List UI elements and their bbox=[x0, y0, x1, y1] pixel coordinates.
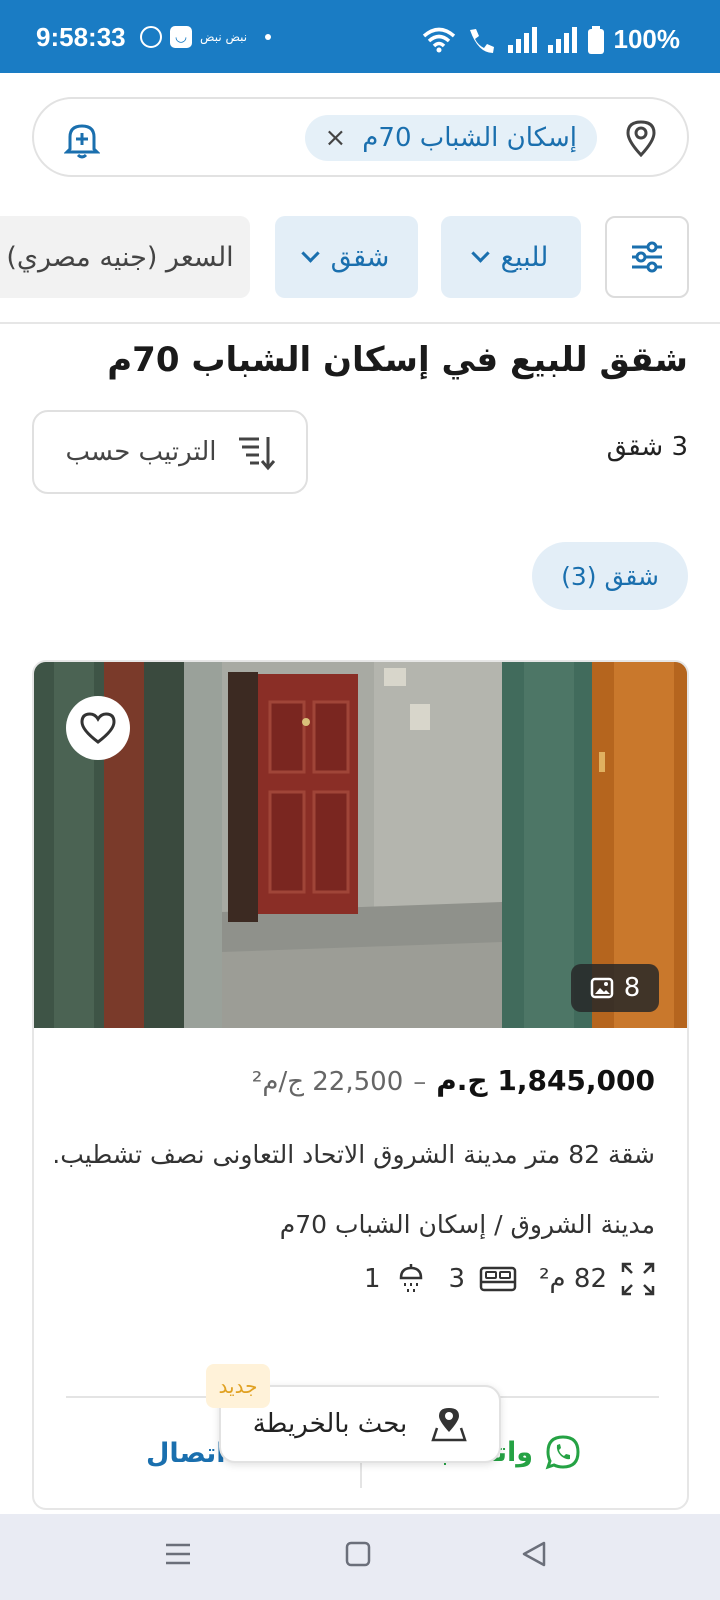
recent-apps-icon[interactable] bbox=[164, 1540, 192, 1568]
signal-icon-2 bbox=[547, 26, 577, 53]
wifi-icon bbox=[422, 27, 455, 52]
app-notification-icon: ◡ bbox=[170, 26, 192, 48]
filter-price-label: السعر (جنيه مصري) bbox=[6, 241, 234, 273]
notification-text: نبض نبض bbox=[200, 30, 248, 44]
filter-price-dropdown[interactable]: السعر (جنيه مصري) bbox=[0, 216, 250, 298]
filter-settings-button[interactable] bbox=[605, 216, 689, 298]
more-notifications-dot-icon bbox=[265, 34, 272, 40]
filter-type-dropdown[interactable]: شقق bbox=[275, 216, 418, 298]
map-pin-icon bbox=[431, 1408, 467, 1442]
filter-purpose-label: للبيع bbox=[500, 241, 549, 273]
notification-icons: ◡ نبض نبض bbox=[140, 26, 272, 48]
price-line: 1,845,000 ج.م – 22,500 ج/م² bbox=[252, 1064, 655, 1097]
whatsapp-notification-icon bbox=[140, 26, 162, 48]
system-nav-bar bbox=[0, 1514, 720, 1600]
property-type-chip[interactable]: شقق (3) bbox=[532, 542, 688, 610]
price-per-meter: 22,500 ج/م² bbox=[251, 1067, 404, 1097]
call-button[interactable]: اتصال bbox=[146, 1438, 226, 1469]
sliders-icon bbox=[632, 241, 662, 273]
chip-label: إسكان الشباب 70م bbox=[362, 123, 577, 153]
photo-count: 8 bbox=[623, 973, 641, 1003]
price-separator: – bbox=[413, 1067, 427, 1097]
listing-price: 1,845,000 ج.م bbox=[436, 1064, 655, 1097]
area-value: 82 م² bbox=[539, 1264, 607, 1294]
filter-bar: للبيع شقق السعر (جنيه مصري) bbox=[0, 216, 720, 298]
battery-percentage: 100% bbox=[613, 24, 681, 54]
filter-purpose-dropdown[interactable]: للبيع bbox=[441, 216, 581, 298]
bathrooms-value: 1 bbox=[364, 1264, 381, 1294]
image-icon bbox=[590, 977, 613, 999]
sort-label: الترتيب حسب bbox=[65, 437, 217, 467]
feature-area: 82 م² bbox=[539, 1262, 655, 1296]
signal-icon-1 bbox=[507, 26, 537, 53]
sort-icon bbox=[238, 437, 275, 471]
bedrooms-value: 3 bbox=[448, 1264, 466, 1294]
wifi-calling-icon bbox=[469, 28, 494, 53]
search-location-chip[interactable]: × إسكان الشباب 70م bbox=[304, 115, 597, 161]
shower-icon bbox=[399, 1264, 422, 1292]
expand-area-icon bbox=[621, 1262, 655, 1296]
results-count: 3 شقق bbox=[606, 432, 688, 462]
listing-card[interactable]: 8 1,845,000 ج.م – 22,500 ج/م² شقة 82 متر… bbox=[32, 660, 689, 1510]
map-search-label: بحث بالخريطة bbox=[252, 1409, 408, 1439]
bed-icon bbox=[479, 1266, 517, 1292]
chip-close-icon[interactable]: × bbox=[325, 123, 347, 153]
chevron-down-icon bbox=[300, 243, 320, 263]
search-bar[interactable]: × إسكان الشباب 70م bbox=[32, 97, 689, 177]
listing-features: 82 م² 3 1 bbox=[364, 1262, 655, 1296]
home-icon[interactable] bbox=[344, 1540, 372, 1568]
status-time: 9:58:33 bbox=[36, 22, 126, 52]
favorite-button[interactable] bbox=[66, 696, 130, 760]
feature-bedrooms: 3 bbox=[449, 1264, 518, 1294]
add-alert-bell-icon[interactable] bbox=[63, 121, 101, 163]
back-icon[interactable] bbox=[520, 1540, 548, 1568]
listing-description: شقة 82 متر مدينة الشروق الاتحاد التعاونى… bbox=[55, 1140, 655, 1169]
whatsapp-icon bbox=[545, 1435, 580, 1470]
feature-bathrooms: 1 bbox=[364, 1262, 427, 1296]
heart-icon bbox=[80, 712, 116, 744]
photo-count-badge: 8 bbox=[571, 964, 659, 1012]
chevron-down-icon bbox=[470, 243, 490, 263]
battery-icon bbox=[587, 25, 604, 54]
listing-location: مدينة الشروق / إسكان الشباب 70م bbox=[279, 1210, 655, 1239]
new-badge: جديد bbox=[206, 1364, 270, 1408]
status-bar: 9:58:33 ◡ نبض نبض 100% bbox=[0, 0, 720, 73]
filter-type-label: شقق bbox=[330, 241, 390, 273]
page-title: شقق للبيع في إسكان الشباب 70م bbox=[107, 340, 688, 380]
location-pin-icon bbox=[625, 119, 657, 161]
sort-button[interactable]: الترتيب حسب bbox=[32, 410, 308, 494]
header-divider bbox=[0, 322, 720, 324]
system-icons: 100% bbox=[422, 24, 681, 55]
listing-photo[interactable]: 8 bbox=[34, 662, 687, 1028]
